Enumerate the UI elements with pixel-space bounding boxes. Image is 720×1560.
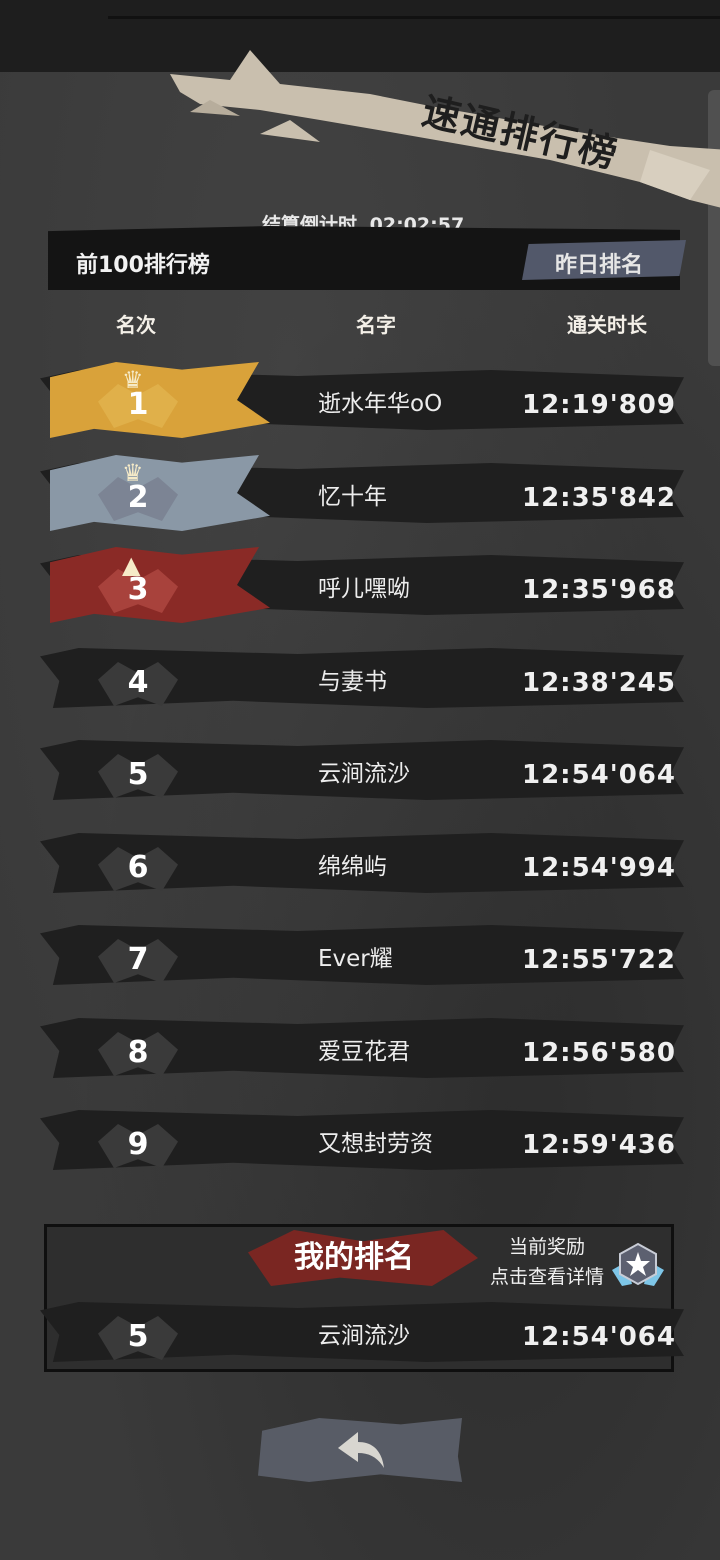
clear-time: 12:55'722 [522,945,676,975]
player-name: 又想封劳资 [318,1131,433,1157]
rank-number: 8 [127,1035,149,1070]
reward-detail-label[interactable]: 点击查看详情 [484,1262,610,1292]
leaderboard-screen: 速通排行榜 结算倒计时 02:02:57 前100排行榜 昨日排名 名次 名字 … [0,0,720,1560]
top-divider [108,16,720,19]
leaderboard-row[interactable]: ♛ 1 逝水年华oO 12:19'809 [40,362,684,438]
rank-number: 1 [127,387,149,422]
rank-number: 2 [127,480,149,515]
player-name: 爱豆花君 [318,1039,410,1065]
clear-time: 12:54'064 [522,1322,676,1352]
rank-number: 3 [127,572,149,607]
column-header-time: 通关时长 [552,308,662,342]
clear-time: 12:54'994 [522,853,676,883]
leaderboard-row[interactable]: 4 与妻书 12:38'245 [40,640,684,712]
player-name: 忆十年 [318,484,387,510]
tab-top100[interactable]: 前100排行榜 [76,247,210,279]
back-arrow-icon[interactable] [336,1428,388,1472]
rank-number: 6 [127,850,149,885]
my-rank-title: 我的排名 [294,1240,414,1275]
leaderboard-row[interactable]: ♛ 2 忆十年 12:35'842 [40,455,684,531]
clear-time: 12:56'580 [522,1038,676,1068]
player-name: 云涧流沙 [318,761,410,787]
column-header-rank: 名次 [100,308,172,342]
rank-number: 9 [127,1127,149,1162]
leaderboard-row[interactable]: 7 Ever耀 12:55'722 [40,917,684,989]
reward-label: 当前奖励 [508,1236,585,1258]
column-header-name: 名字 [340,308,412,342]
clear-time: 12:35'842 [522,483,676,513]
leaderboard-row[interactable]: 5 云涧流沙 12:54'064 [40,732,684,804]
current-reward-link[interactable]: 当前奖励 点击查看详情 [484,1232,610,1292]
player-name: 逝水年华oO [318,391,443,417]
clear-time: 12:38'245 [522,668,676,698]
player-name: 与妻书 [318,669,387,695]
clear-time: 12:54'064 [522,760,676,790]
clear-time: 12:35'968 [522,575,676,605]
star-medal-icon[interactable] [610,1240,666,1288]
leaderboard-row[interactable]: ▲ 3 呼儿嘿呦 12:35'968 [40,547,684,623]
clear-time: 12:59'436 [522,1130,676,1160]
leaderboard-row[interactable]: 5 云涧流沙 12:54'064 [40,1294,684,1366]
player-name: Ever耀 [318,946,393,972]
player-name: 呼儿嘿呦 [318,576,410,602]
clear-time: 12:19'809 [522,390,676,420]
player-name: 绵绵屿 [318,854,387,880]
rank-number: 7 [127,942,149,977]
rank-number: 4 [127,665,149,700]
leaderboard-row[interactable]: 9 又想封劳资 12:59'436 [40,1102,684,1174]
leaderboard-row[interactable]: 8 爱豆花君 12:56'580 [40,1010,684,1082]
player-name: 云涧流沙 [318,1323,410,1349]
rank-number: 5 [127,1319,149,1354]
tab-yesterday[interactable]: 昨日排名 [555,247,643,279]
rank-number: 5 [127,757,149,792]
leaderboard-row[interactable]: 6 绵绵屿 12:54'994 [40,825,684,897]
